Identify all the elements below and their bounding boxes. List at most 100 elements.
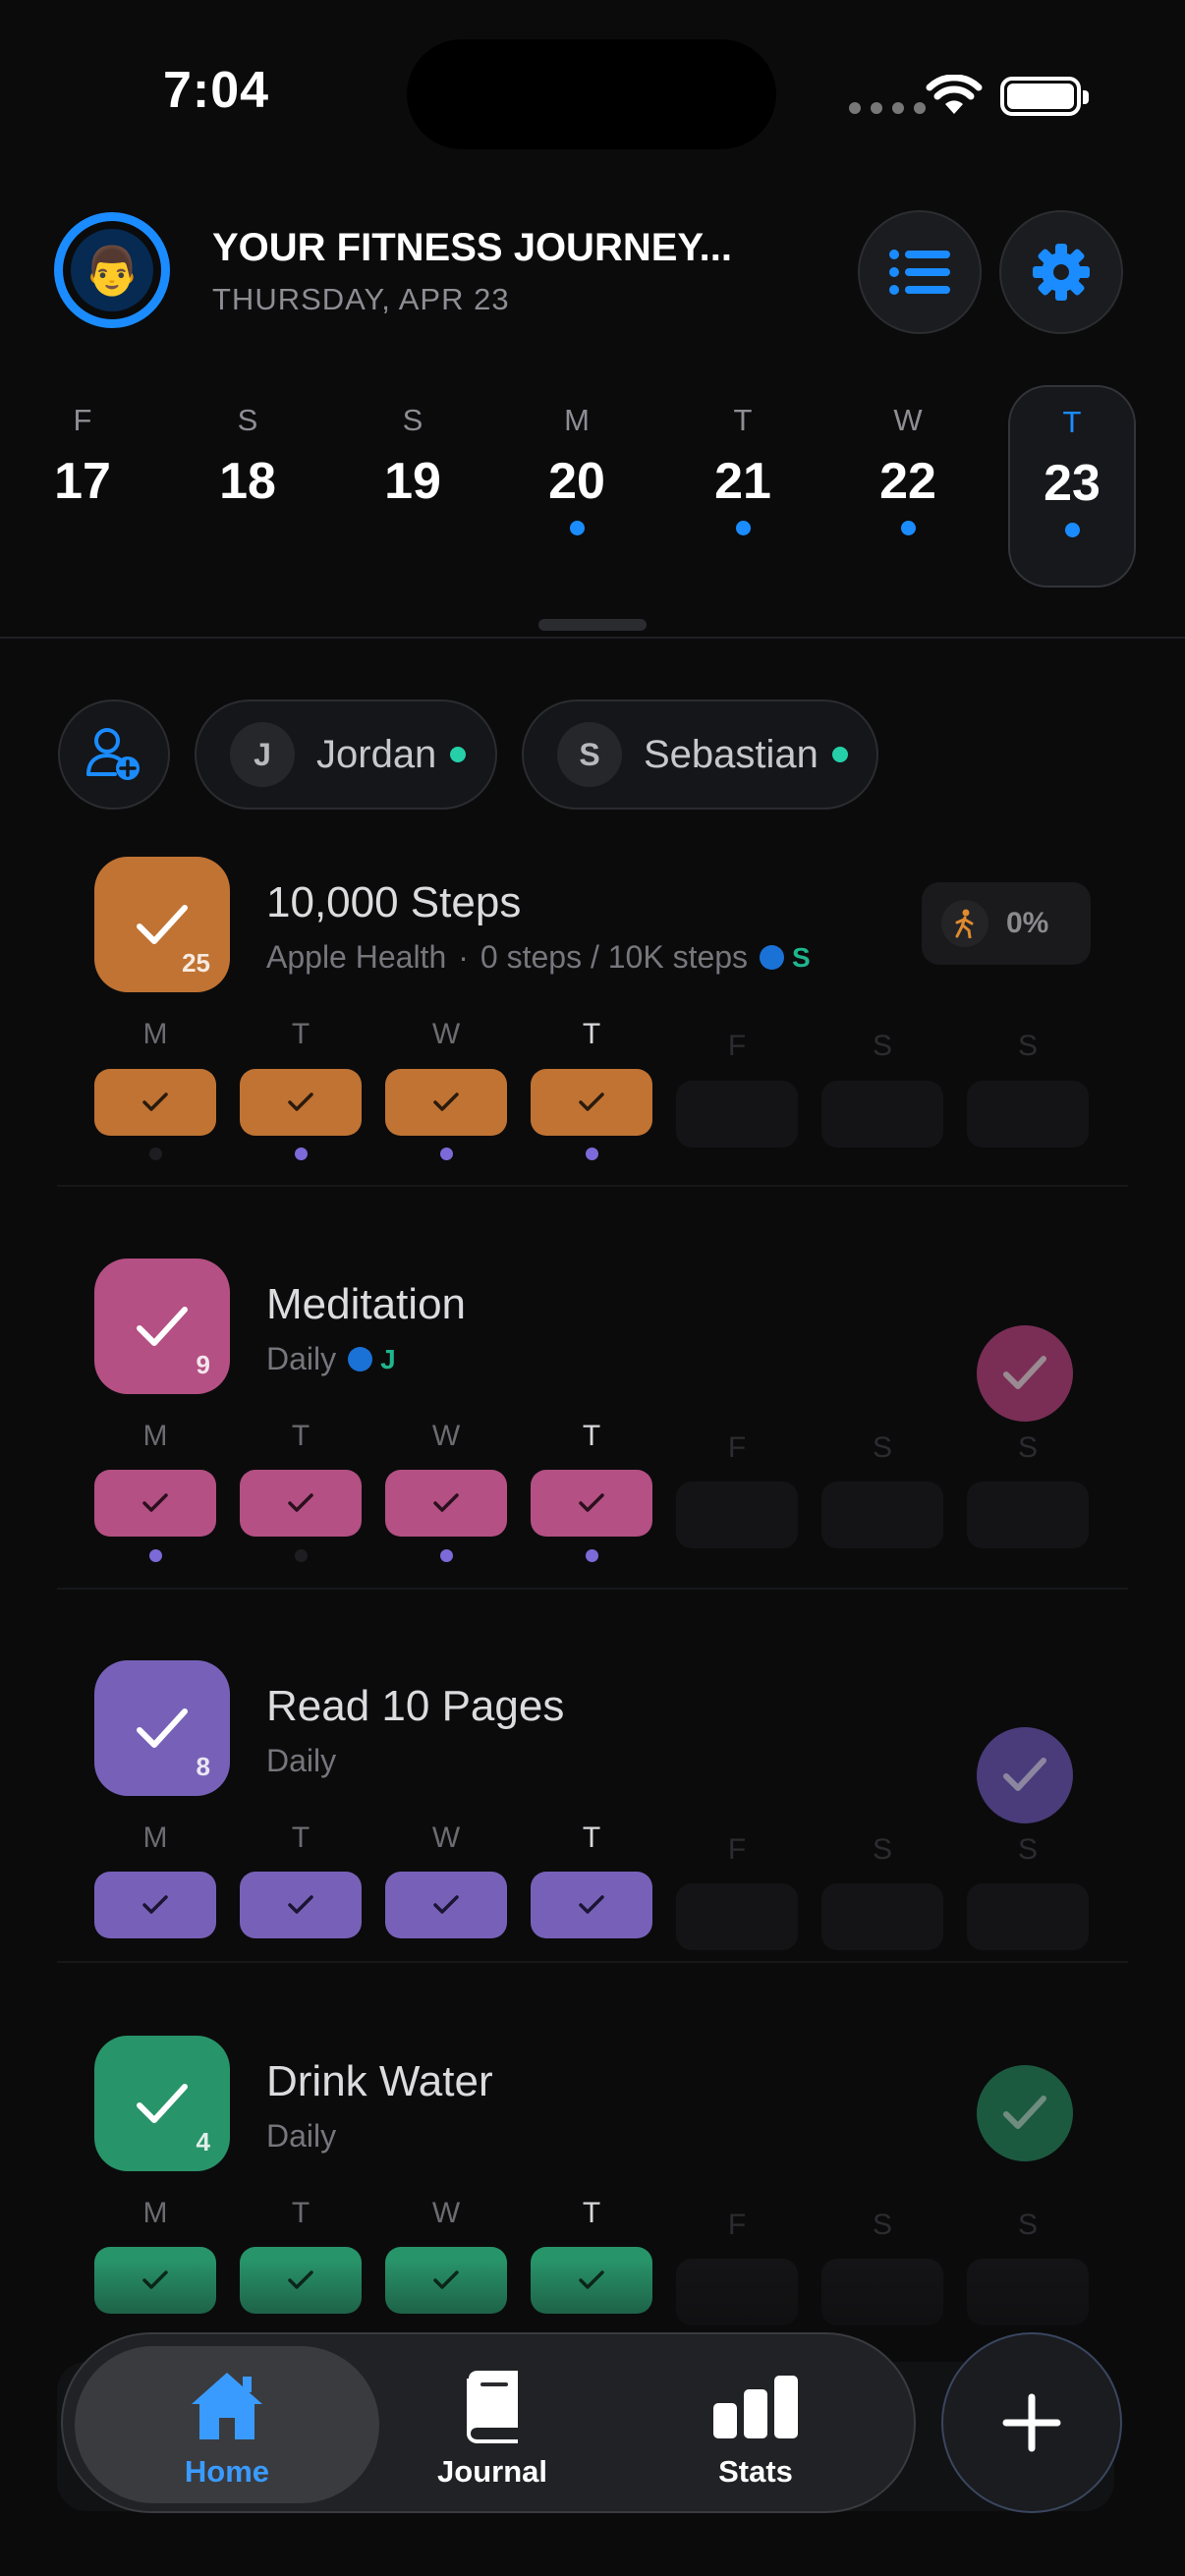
week-letter: T [291,1018,310,1050]
day-cell-checked[interactable] [531,1872,652,1938]
week-letter: S [872,2209,892,2241]
date-number: 23 [1044,455,1100,512]
habit-subtitle: Daily J [266,1341,396,1377]
habit-divider [57,1961,1128,1963]
day-cell-empty[interactable] [821,1482,943,1548]
separator-dot: · [458,939,469,975]
day-cell-empty[interactable] [967,1482,1089,1548]
week-letter: S [872,1030,892,1062]
page-title: YOUR FITNESS JOURNEY... [212,226,732,269]
week-letter: W [431,1018,461,1050]
habit-source: Daily [266,1341,337,1376]
day-cell-empty[interactable] [676,1883,798,1950]
habit-divider [57,1185,1128,1187]
streak-count: 8 [196,1752,210,1781]
complete-today-button[interactable] [977,1727,1073,1823]
date-day-22[interactable]: W 22 [849,403,967,535]
date-activity-dot [1064,523,1080,537]
date-number: 19 [384,453,441,510]
streak-count: 25 [182,948,210,978]
week-letter: W [431,2197,461,2229]
day-cell-checked[interactable] [385,1872,507,1938]
day-cell-checked[interactable] [531,1069,652,1136]
day-cell-checked[interactable] [240,1872,362,1938]
day-cell-checked[interactable] [385,1470,507,1537]
week-letter: W [431,1420,461,1452]
friend-chip-jordan[interactable]: J Jordan [195,700,497,810]
date-day-19[interactable]: S 19 [354,403,472,535]
week-letter: T [291,1821,310,1854]
day-cell-empty[interactable] [967,1081,1089,1148]
tab-label: Stats [718,2454,793,2489]
progress-pill[interactable]: 0% [922,882,1091,965]
habit-source: Daily [266,1743,337,1778]
habit-source: Daily [266,2118,337,2154]
day-cell-empty[interactable] [676,1081,798,1148]
date-day-21[interactable]: T 21 [684,403,802,535]
day-cell-empty[interactable] [676,1482,798,1548]
date-activity-dot [569,521,585,535]
day-cell-empty[interactable] [821,1883,943,1950]
day-cell-empty[interactable] [821,1081,943,1148]
habit-subtitle: Daily [266,1743,336,1779]
day-cell-checked[interactable] [240,1470,362,1537]
tab-journal[interactable]: Journal [340,2346,645,2503]
day-cell-checked[interactable] [240,1069,362,1136]
avatar[interactable]: 👨 [54,212,170,328]
date-activity-dot [76,521,90,535]
add-habit-button[interactable] [941,2332,1122,2513]
habit-name: Drink Water [266,2057,493,2105]
add-person-icon [86,728,140,780]
buddy-avatar-dot [760,945,785,970]
complete-today-button[interactable] [977,2065,1073,2161]
friend-activity-dot [149,1549,162,1562]
week-letter: T [582,1018,601,1050]
date-day-20[interactable]: M 20 [518,403,636,535]
date-weekday: S [237,403,258,437]
checkmark-icon [1003,1356,1046,1389]
checkmark-icon [142,1493,168,1512]
day-cell-empty[interactable] [967,1883,1089,1950]
habit-check-tile[interactable]: 8 [94,1660,230,1796]
day-cell-checked[interactable] [531,1470,652,1537]
habit-check-tile[interactable]: 25 [94,857,230,992]
habit-name: Meditation [266,1280,467,1328]
date-number: 21 [714,453,771,510]
day-cell-checked[interactable] [94,1470,216,1537]
week-letter: M [142,1018,168,1050]
checkmark-icon [433,1895,459,1914]
date-weekday: W [893,403,923,437]
tab-stats[interactable]: Stats [603,2346,908,2503]
habit-check-tile[interactable]: 4 [94,2036,230,2171]
add-friend-button[interactable] [58,700,170,810]
habit-divider [57,1588,1128,1590]
settings-button[interactable] [999,210,1123,334]
buddy-avatar-dot [348,1347,373,1372]
day-cell-checked[interactable] [94,1872,216,1938]
friend-chip-sebastian[interactable]: S Sebastian [522,700,878,810]
friend-initial: S [557,722,622,787]
date-day-18[interactable]: S 18 [189,403,307,535]
date-number: 17 [54,453,111,510]
checkmark-icon [137,1708,188,1748]
day-cell-checked[interactable] [94,1069,216,1136]
habit-subtitle: Daily [266,2118,336,2155]
list-button[interactable] [858,210,982,334]
streak-count: 9 [196,1350,210,1379]
date-day-23-selected[interactable]: T 23 [1008,385,1136,588]
date-activity-dot [900,521,916,535]
date-day-17[interactable]: F 17 [24,403,141,535]
cellular-signal-icon [849,102,926,114]
plus-icon [1002,2393,1061,2452]
day-cell-checked[interactable] [385,1069,507,1136]
checkmark-icon [142,1092,168,1111]
drag-handle[interactable] [538,619,647,631]
friend-activity-dot [586,1549,598,1562]
habit-check-tile[interactable]: 9 [94,1259,230,1394]
tab-home[interactable]: Home [75,2346,379,2503]
tab-label: Home [184,2454,270,2489]
complete-today-button[interactable] [977,1325,1073,1422]
book-icon [467,2371,518,2443]
week-letter: F [727,1431,747,1464]
week-letter: T [582,2197,601,2229]
